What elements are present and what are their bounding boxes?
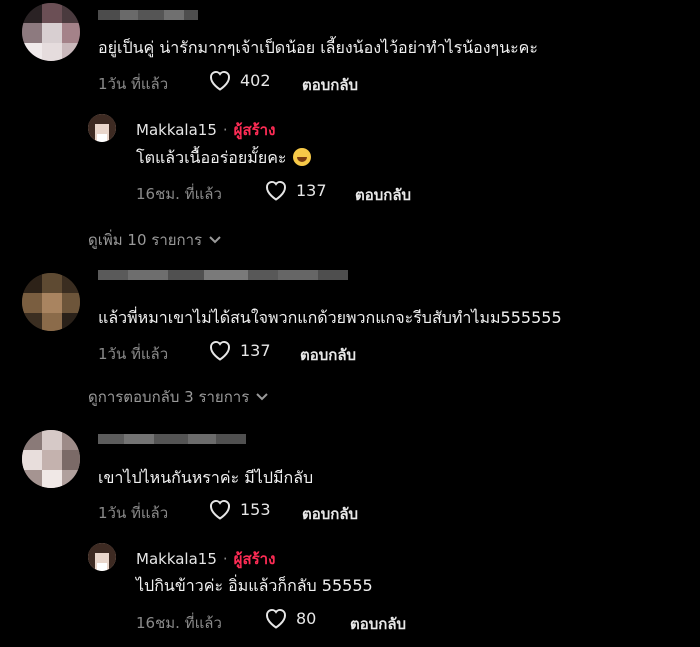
like-count: 80	[296, 608, 317, 628]
reply-button[interactable]: ตอบกลับ	[302, 502, 358, 526]
heart-outline-icon	[210, 499, 230, 520]
separator-dot: ·	[222, 550, 228, 568]
reply-button[interactable]: ตอบกลับ	[355, 183, 411, 207]
heart-outline-icon	[266, 180, 286, 201]
like-button[interactable]: 153	[208, 498, 271, 520]
commenter-avatar-pixelated[interactable]	[22, 3, 80, 61]
like-count: 153	[240, 499, 271, 519]
like-count: 137	[296, 180, 327, 200]
view-replies-label: ดูการตอบกลับ 3 รายการ	[88, 388, 250, 406]
reply-button[interactable]: ตอบกลับ	[300, 343, 356, 367]
view-more-replies-button[interactable]: ดูเพิ่ม 10 รายการ	[88, 228, 222, 252]
like-count: 402	[240, 70, 271, 90]
like-button[interactable]: 137	[208, 339, 271, 361]
creator-reply-header: Makkala15 · ผู้สร้าง	[136, 547, 275, 571]
separator-dot: ·	[222, 121, 228, 139]
like-button[interactable]: 137	[264, 179, 327, 201]
reply-text: ไปกินข้าวค่ะ อิ่มแล้วก็กลับ 55555	[136, 576, 373, 595]
reply-text-content: โตแล้วเนื้ออร่อยมั้ยคะ	[136, 148, 287, 167]
commenter-username-blurred[interactable]	[98, 10, 198, 20]
comment-text: อยู่เป็นคู่ น่ารักมากๆเจ้าเป็ดน้อย เลี้ย…	[98, 38, 538, 57]
reply-button[interactable]: ตอบกลับ	[302, 73, 358, 97]
creator-badge: ผู้สร้าง	[233, 550, 276, 568]
view-replies-button[interactable]: ดูการตอบกลับ 3 รายการ	[88, 385, 269, 409]
creator-avatar[interactable]	[88, 114, 116, 142]
reply-timestamp: 16ชม. ที่แล้ว	[136, 614, 222, 632]
creator-badge: ผู้สร้าง	[233, 121, 276, 139]
comment-text: เขาไปไหนกันหราค่ะ มีไปมีกลับ	[98, 468, 314, 487]
creator-avatar[interactable]	[88, 543, 116, 571]
like-button[interactable]: 80	[264, 607, 316, 629]
reply-timestamp: 16ชม. ที่แล้ว	[136, 185, 222, 203]
reply-text: โตแล้วเนื้ออร่อยมั้ยคะ	[136, 146, 311, 171]
commenter-username-blurred[interactable]	[98, 270, 348, 280]
view-more-label: ดูเพิ่ม 10 รายการ	[88, 231, 203, 249]
comment-timestamp: 1วัน ที่แล้ว	[98, 75, 169, 93]
heart-outline-icon	[266, 608, 286, 629]
chevron-down-icon	[256, 393, 268, 401]
heart-outline-icon	[210, 70, 230, 91]
rolling-on-floor-laughing-emoji-icon	[292, 148, 311, 166]
reply-button[interactable]: ตอบกลับ	[350, 612, 406, 636]
chevron-down-icon	[209, 236, 221, 244]
comment-timestamp: 1วัน ที่แล้ว	[98, 504, 169, 522]
comment-text: แล้วพี่หมาเขาไม่ได้สนใจพวกแกด้วยพวกแกจะร…	[98, 308, 562, 327]
commenter-username-blurred[interactable]	[98, 434, 246, 444]
commenter-avatar-pixelated[interactable]	[22, 430, 80, 488]
like-button[interactable]: 402	[208, 69, 271, 91]
heart-outline-icon	[210, 340, 230, 361]
creator-reply-header: Makkala15 · ผู้สร้าง	[136, 118, 275, 142]
creator-username[interactable]: Makkala15	[136, 121, 217, 139]
commenter-avatar-pixelated[interactable]	[22, 273, 80, 331]
comment-timestamp: 1วัน ที่แล้ว	[98, 345, 169, 363]
creator-username[interactable]: Makkala15	[136, 550, 217, 568]
like-count: 137	[240, 340, 271, 360]
